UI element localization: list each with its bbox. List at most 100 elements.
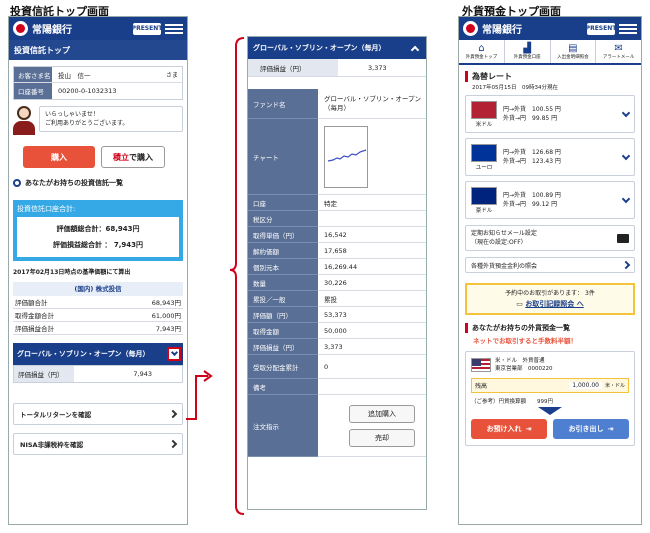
detail-row-value: 特定 — [318, 195, 426, 211]
detail-row-label: 口座 — [248, 195, 318, 211]
chart-icon: ▟ — [523, 43, 531, 54]
detail-row: 取得金額 50,000 — [248, 323, 426, 339]
sum-label-2: 評価損益合計 — [15, 325, 54, 333]
calc-note: 2017年02月13日時点の基準価額にて算出 — [13, 269, 131, 276]
header-badge[interactable]: PRESENT — [132, 22, 162, 35]
nisa-button[interactable]: NISA非課税枠を確認 — [13, 433, 183, 455]
detail-row-value: 16,269.44 — [318, 259, 426, 275]
rate-sell: 外貨→円 123.43 円 — [503, 158, 561, 165]
history-link[interactable]: ▭ お取引記録照会 へ — [470, 299, 630, 310]
bank-logo — [463, 21, 478, 36]
connector-arrow — [186, 37, 245, 515]
mail-icon: ✉ — [614, 43, 623, 54]
detail-row-label: 受取分配金累計 — [248, 355, 318, 379]
holdings-heading: あなたがお持ちの投資信託一覧 — [13, 178, 183, 188]
rate-buy: 円→外貨 126.68 円 — [503, 149, 561, 156]
honorific: さま — [165, 72, 178, 79]
expand-button[interactable] — [167, 347, 181, 361]
detail-row: 数量 30,226 — [248, 275, 426, 291]
nav-label-1: 外貨預金口座 — [513, 55, 541, 60]
avatar — [13, 106, 35, 138]
mini-chart[interactable] — [324, 125, 368, 188]
currency-flag-icon — [471, 186, 497, 205]
detail-row: 口座 特定 — [248, 195, 426, 211]
fund-detail-panel: グローバル・ソブリン・オープン（毎月） 評価損益（円） 3,373 ファンド名 グロ… — [247, 36, 427, 510]
add-buy-button[interactable]: 追加購入 — [349, 404, 415, 423]
nav-label-0: 外貨預金トップ — [465, 55, 498, 60]
rate-card[interactable]: 豪ドル 円→外貨 100.89 円外貨→円 99.12 円 — [465, 181, 635, 219]
detail-row: 解約価額 17,658 — [248, 243, 426, 259]
fund-header[interactable]: グローバル・ソブリン・オープン（毎月） — [13, 343, 183, 365]
detail-row: 評価額（円） 53,373 — [248, 307, 426, 323]
greeting-line-2: ご利用ありがとうございます。 — [45, 120, 129, 127]
radio-icon — [13, 179, 21, 187]
total-return-button[interactable]: トータルリターンを確認 — [13, 403, 183, 425]
rate-inquiry-button[interactable]: 各種外貨預金金利の照会 — [465, 257, 635, 273]
detail-row-label: 累投／一般 — [248, 291, 318, 307]
detail-row-value: 53,373 — [318, 307, 426, 323]
greeting-line-1: いらっしゃいませ！ — [45, 111, 99, 118]
menu-icon[interactable] — [165, 22, 183, 36]
currency-flag-icon — [471, 143, 497, 162]
currency-flag-icon — [471, 100, 497, 119]
detail-row-label: 評価損益（円） — [248, 339, 318, 355]
withdraw-button[interactable]: お引き出し ⇥ — [553, 419, 629, 439]
sum-value-2: 7,943円 — [155, 325, 181, 333]
rate-inquiry-label: 各種外貨預金金利の照会 — [471, 262, 538, 270]
deposit-button[interactable]: お預け入れ ⇥ — [471, 419, 547, 439]
sell-button[interactable]: 売却 — [349, 428, 415, 447]
chevron-up-icon[interactable] — [410, 45, 420, 55]
reserve-suffix: で購入 — [129, 152, 153, 162]
nav-item-top[interactable]: ⌂ 外貨預金トップ — [459, 40, 505, 63]
customer-label: お客さま名 — [14, 67, 52, 82]
jpy-reference: （ご参考）円貨換算額 999円 — [471, 399, 553, 405]
rate-card[interactable]: ユーロ 円→外貨 126.68 円外貨→円 123.43 円 — [465, 138, 635, 176]
currency-name: 豪ドル — [475, 207, 493, 214]
header-badge[interactable]: PRESENT — [586, 22, 616, 35]
nav-item-account[interactable]: ▟ 外貨預金口座 — [505, 40, 551, 63]
account-label: 口座番号 — [14, 83, 52, 99]
buy-button[interactable]: 購入 — [23, 146, 95, 168]
rate-sell: 外貨→円 99.85 円 — [503, 115, 558, 122]
reserve-buy-button[interactable]: 積立 で購入 — [101, 146, 165, 168]
exit-icon: ⇥ — [607, 425, 614, 433]
chevron-down-icon — [621, 194, 631, 203]
detail-row-value: 0 — [318, 355, 426, 379]
detail-row-value: 50,000 — [318, 323, 426, 339]
pending-notice: 予約中のお取引があります： 3件 ▭ お取引記録照会 へ — [465, 283, 635, 315]
rate-sell: 外貨→円 99.12 円 — [503, 201, 558, 208]
us-flag-icon — [471, 358, 491, 372]
detail-row: 取得単価（円） 16,542 — [248, 227, 426, 243]
detail-header[interactable]: グローバル・ソブリン・オープン（毎月） — [248, 37, 426, 59]
detail-row: 個別元本 16,269.44 — [248, 259, 426, 275]
enter-icon: ⇥ — [525, 425, 532, 433]
balance-value: 1,000.00 — [569, 382, 602, 389]
detail-row-label: 税区分 — [248, 211, 318, 227]
chevron-down-icon — [621, 151, 631, 160]
reserve-label: 積立 — [113, 152, 129, 162]
account-number: 00200-0-1032313 — [58, 87, 117, 95]
detail-row-label: 解約価額 — [248, 243, 318, 259]
mail-setting-button[interactable]: 定期お知らせメール設定 （現在の設定:OFF） — [465, 225, 635, 251]
chevron-down-icon — [621, 108, 631, 117]
promo-text: ネットでお取引すると手数料半額！ — [473, 337, 577, 345]
detail-row-value: 16,542 — [318, 227, 426, 243]
nav-item-alert[interactable]: ✉ アラートメール — [596, 40, 641, 63]
mail-setting-status: （現在の設定:OFF） — [471, 239, 527, 246]
chart-label: チャート — [248, 119, 318, 195]
detail-row: 評価損益（円） 3,373 — [248, 339, 426, 355]
left-screen: 常陽銀行 PRESENT 投資信託トップ お客さま名 投山 信一 さま 口座番号 00… — [8, 16, 188, 525]
sum-value-1: 61,000円 — [151, 312, 181, 320]
rate-card[interactable]: 米ドル 円→外貨 100.55 円外貨→円 99.85 円 — [465, 95, 635, 133]
mail-setting-label: 定期お知らせメール設定 — [471, 230, 537, 237]
fund-name: グローバル・ソブリン・オープン（毎月） — [17, 350, 150, 358]
customer-name: 投山 信一 — [58, 71, 91, 80]
detail-row-value: 3,373 — [318, 339, 426, 355]
nav-item-history[interactable]: ▤ 入出金明細照会 — [551, 40, 597, 63]
deposit-label: お預け入れ — [486, 425, 522, 433]
detail-row: 備考 — [248, 379, 426, 395]
detail-row: 累投／一般 累投 — [248, 291, 426, 307]
detail-row-value — [318, 211, 426, 227]
menu-icon[interactable] — [619, 22, 637, 36]
deposit-holdings-title: あなたがお持ちの外貨預金一覧 — [465, 323, 635, 333]
